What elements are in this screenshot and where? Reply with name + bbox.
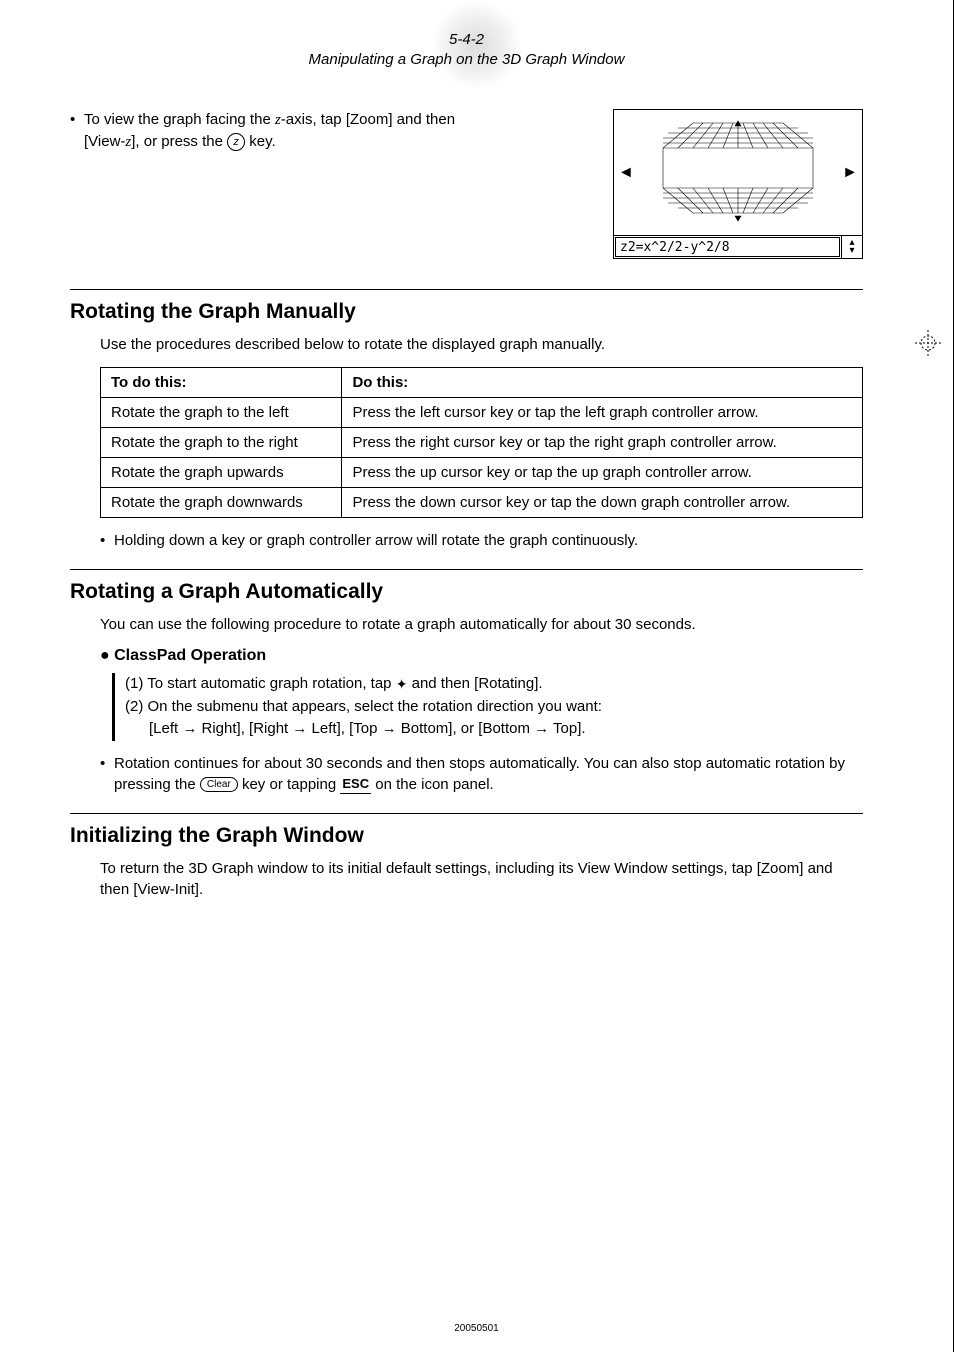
clear-key-icon: Clear [200,777,238,792]
table-header: Do this: [342,368,863,398]
step-text: (2) On the submenu that appears, select … [125,696,863,719]
graph-screenshot: ◄ [613,109,863,259]
section-note: • Holding down a key or graph controller… [100,530,863,551]
divider [70,569,863,570]
section-body: To return the 3D Graph window to its ini… [100,858,863,900]
steps-block: (1) To start automatic graph rotation, t… [112,673,863,741]
note-text: key or tapping [238,776,341,793]
formula-display: z2=x^2/2-y^2/8 [615,237,840,257]
step-text: (1) To start automatic graph rotation, t… [125,675,396,692]
intro-fragment: [View- [84,133,125,150]
intro-fragment: To view the graph facing the [84,111,275,128]
rotation-table: To do this: Do this: Rotate the graph to… [100,367,863,518]
note-text: on the icon panel. [375,776,493,793]
step-text: [Left → Right], [Right → Left], [Top → B… [125,718,863,741]
section-heading: Rotating the Graph Manually [70,300,863,324]
bullet-icon: • [70,109,84,153]
rotate-icon: ✦ [396,674,408,695]
section-heading: Rotating a Graph Automatically [70,580,863,604]
table-header: To do this: [101,368,342,398]
page-header: 5-4-2 Manipulating a Graph on the 3D Gra… [70,30,863,69]
footer-date: 20050501 [454,1323,499,1334]
divider [70,289,863,290]
esc-button-icon: ESC [340,775,371,794]
table-row: Rotate the graph to the left Press the l… [101,398,863,428]
page-ref: 5-4-2 [70,30,863,50]
section-intro: Use the procedures described below to ro… [100,334,863,355]
page-title: Manipulating a Graph on the 3D Graph Win… [70,50,863,70]
resize-icon[interactable]: ▴▾ [841,236,862,258]
divider [70,813,863,814]
bullet-icon: • [100,530,114,551]
bullet-icon: • [100,753,114,795]
op-heading-text: ClassPad Operation [114,647,266,664]
z-key-icon: z [227,133,245,151]
table-row: Rotate the graph upwards Press the up cu… [101,458,863,488]
right-arrow-icon[interactable]: ► [838,164,862,182]
section-heading: Initializing the Graph Window [70,824,863,848]
table-row: Rotate the graph downwards Press the dow… [101,488,863,518]
section-intro: You can use the following procedure to r… [100,614,863,635]
note-text: Holding down a key or graph controller a… [114,530,638,551]
intro-fragment: -axis, tap [Zoom] and then [281,111,455,128]
graph-grid [638,118,838,228]
intro-text: • To view the graph facing the z -axis, t… [70,109,593,153]
crop-mark-icon [915,330,941,362]
intro-fragment: key. [245,133,276,150]
table-row: Rotate the graph to the right Press the … [101,428,863,458]
left-arrow-icon[interactable]: ◄ [614,164,638,182]
operation-heading: ● ClassPad Operation [100,647,863,665]
section-note: • Rotation continues for about 30 second… [100,753,863,795]
bullet-icon: ● [100,647,114,664]
intro-fragment: ], or press the [131,133,227,150]
step-text: and then [Rotating]. [407,675,542,692]
